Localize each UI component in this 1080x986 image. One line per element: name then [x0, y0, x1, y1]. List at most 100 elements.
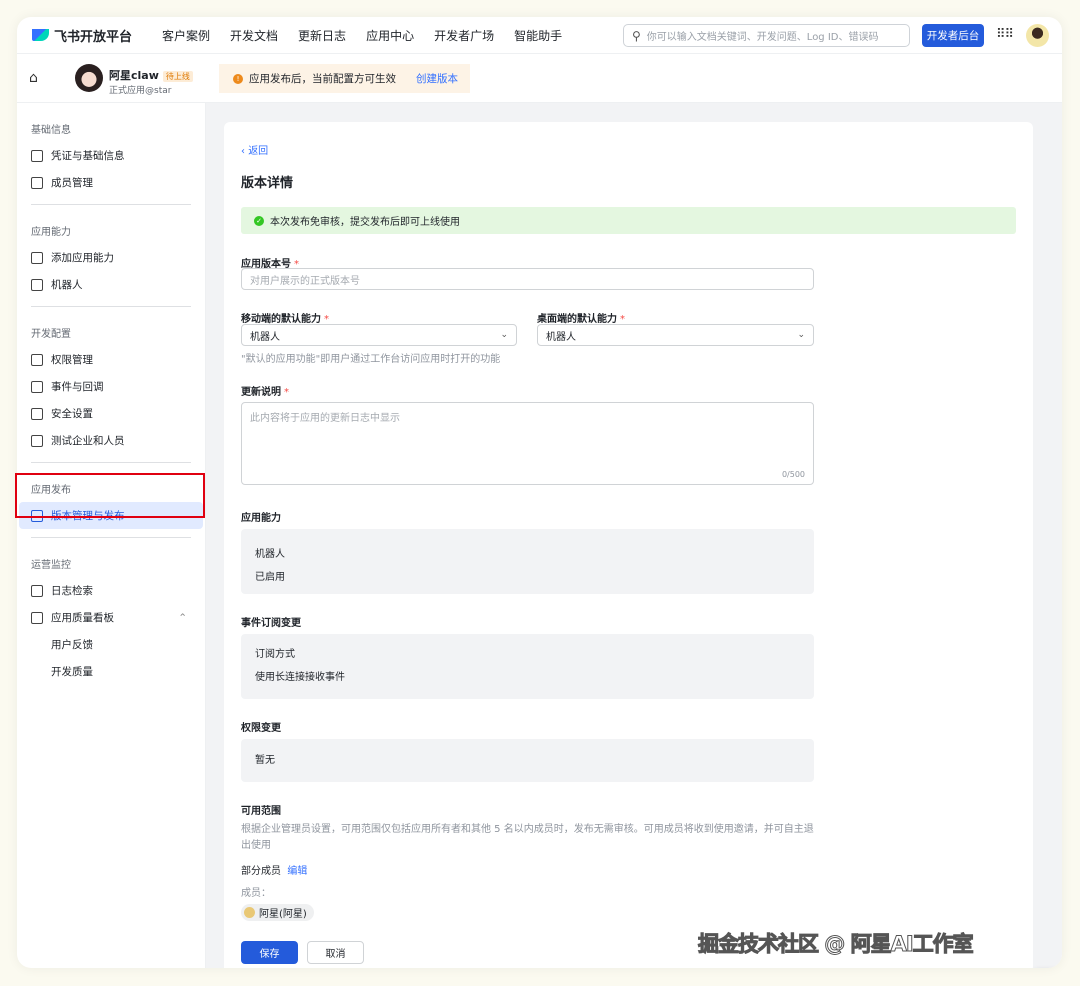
desktop-default-label: 桌面端的默认能力*	[537, 310, 625, 325]
default-hint: "默认的应用功能"即用户通过工作台访问应用时打开的功能	[241, 350, 500, 365]
sidebar-divider	[31, 462, 191, 463]
scope-mode: 部分成员	[241, 866, 281, 877]
shield-icon	[31, 408, 43, 420]
sidebar-item-label: 安全设置	[51, 406, 93, 421]
sidebar-item[interactable]: 开发质量	[31, 658, 191, 685]
sidebar-item-label: 机器人	[51, 277, 83, 292]
sidebar-item[interactable]: 安全设置	[31, 400, 191, 427]
status-badge: 待上线	[163, 71, 193, 82]
nav-docs[interactable]: 开发文档	[230, 27, 278, 44]
app-avatar	[75, 64, 103, 92]
sidebar-item[interactable]: 应用质量看板 ⌃	[31, 604, 191, 631]
apps-grid-icon[interactable]: ⠿⠿	[996, 27, 1013, 42]
sidebar-item-label: 成员管理	[51, 175, 93, 190]
scope-label: 可用范围	[241, 802, 281, 817]
cancel-button[interactable]: 取消	[307, 941, 364, 964]
capability-box: 机器人已启用	[241, 529, 814, 594]
sidebar-item-label: 开发质量	[51, 664, 93, 679]
sidebar-item[interactable]: 机器人	[31, 271, 191, 298]
home-icon[interactable]: ⌂	[29, 70, 49, 86]
sidebar-divider	[31, 306, 191, 307]
sidebar-group-title: 应用发布	[31, 481, 191, 496]
scope-edit-link[interactable]: 编辑	[287, 866, 307, 877]
sidebar-item-label: 权限管理	[51, 352, 93, 367]
chevron-up-icon[interactable]: ⌃	[178, 612, 187, 624]
sidebar-item-label: 应用质量看板	[51, 610, 114, 625]
permission-box: 暂无	[241, 739, 814, 782]
sidebar-item[interactable]: 测试企业和人员	[31, 427, 191, 454]
developer-console-button[interactable]: 开发者后台	[922, 24, 984, 47]
char-count: 0/500	[782, 470, 805, 479]
search-icon: ⚲	[632, 29, 641, 43]
key-icon	[31, 354, 43, 366]
nav-cases[interactable]: 客户案例	[162, 27, 210, 44]
mobile-default-select[interactable]: 机器人⌄	[241, 324, 517, 346]
chart-icon	[31, 612, 43, 624]
main-area: ‹ 返回 版本详情 ✓本次发布免审核，提交发布后即可上线使用 应用版本号* 对用…	[206, 103, 1062, 968]
sidebar-item[interactable]: 权限管理	[31, 346, 191, 373]
notice-success: ✓本次发布免审核，提交发布后即可上线使用	[241, 207, 1016, 234]
user-avatar[interactable]	[1026, 24, 1049, 47]
chevron-down-icon: ⌄	[797, 330, 805, 340]
feishu-logo-icon	[32, 29, 49, 41]
warning-icon: !	[233, 74, 243, 84]
page-title: 版本详情	[241, 172, 293, 191]
watermark: 掘金技术社区 @ 阿星AI工作室	[698, 928, 973, 958]
app-subtitle: 正式应用@star	[109, 83, 171, 96]
desktop-default-select[interactable]: 机器人⌄	[537, 324, 814, 346]
chevron-down-icon: ⌄	[500, 330, 508, 340]
sidebar-item-label: 事件与回调	[51, 379, 104, 394]
sidebar-item-label: 凭证与基础信息	[51, 148, 125, 163]
app-subheader: ⌂ 阿星claw 待上线 正式应用@star !应用发布后，当前配置方可生效创建版…	[17, 54, 1062, 103]
version-input[interactable]: 对用户展示的正式版本号	[241, 268, 814, 290]
member-chip: 阿星(阿星)	[241, 904, 314, 921]
user-icon	[31, 177, 43, 189]
sidebar-item[interactable]: 事件与回调	[31, 373, 191, 400]
version-detail-card: ‹ 返回 版本详情 ✓本次发布免审核，提交发布后即可上线使用 应用版本号* 对用…	[224, 122, 1033, 968]
mobile-default-label: 移动端的默认能力*	[241, 310, 329, 325]
sidebar-divider	[31, 537, 191, 538]
nav-assistant[interactable]: 智能助手	[514, 27, 562, 44]
sidebar-item[interactable]: 凭证与基础信息	[31, 142, 191, 169]
robot-icon	[31, 279, 43, 291]
permission-label: 权限变更	[241, 719, 281, 734]
notes-label: 更新说明*	[241, 383, 289, 398]
sidebar-item-label: 用户反馈	[51, 637, 93, 652]
sidebar-group-title: 运营监控	[31, 556, 191, 571]
search-doc-icon	[31, 585, 43, 597]
nav-changelog[interactable]: 更新日志	[298, 27, 346, 44]
sidebar-item[interactable]: 成员管理	[31, 169, 191, 196]
notes-textarea[interactable]: 此内容将于应用的更新日志中显示0/500	[241, 402, 814, 485]
sidebar-group-title: 应用能力	[31, 223, 191, 238]
events-label: 事件订阅变更	[241, 614, 301, 629]
sidebar-divider	[31, 204, 191, 205]
sidebar-item[interactable]: 用户反馈	[31, 631, 191, 658]
publish-banner: !应用发布后，当前配置方可生效创建版本	[219, 64, 470, 93]
sidebar-group-title: 基础信息	[31, 121, 191, 136]
nav-app-center[interactable]: 应用中心	[366, 27, 414, 44]
id-card-icon	[31, 150, 43, 162]
grid-plus-icon	[31, 252, 43, 264]
top-nav: 客户案例 开发文档 更新日志 应用中心 开发者广场 智能助手	[162, 27, 562, 44]
app-window: 飞书开放平台 客户案例 开发文档 更新日志 应用中心 开发者广场 智能助手 ⚲你…	[17, 17, 1062, 968]
sidebar-item[interactable]: 日志检索	[31, 577, 191, 604]
logo[interactable]: 飞书开放平台	[32, 26, 132, 45]
save-button[interactable]: 保存	[241, 941, 298, 964]
app-name: 阿星claw	[109, 69, 159, 82]
plus-box-icon	[31, 381, 43, 393]
sidebar-item[interactable]: 版本管理与发布	[19, 502, 203, 529]
nav-dev-plaza[interactable]: 开发者广场	[434, 27, 494, 44]
check-circle-icon: ✓	[254, 216, 264, 226]
capability-label: 应用能力	[241, 509, 281, 524]
search-input[interactable]: ⚲你可以输入文档关键词、开发问题、Log ID、错误码	[623, 24, 910, 47]
upload-icon	[31, 510, 43, 522]
sidebar-item[interactable]: 添加应用能力	[31, 244, 191, 271]
sidebar-item-label: 添加应用能力	[51, 250, 114, 265]
events-box: 订阅方式使用长连接接收事件	[241, 634, 814, 699]
sidebar-item-label: 版本管理与发布	[51, 508, 125, 523]
sidebar-item-label: 测试企业和人员	[51, 433, 125, 448]
create-version-link[interactable]: 创建版本	[416, 71, 458, 86]
back-link[interactable]: ‹ 返回	[241, 142, 268, 157]
sidebar: 基础信息凭证与基础信息成员管理应用能力添加应用能力机器人开发配置权限管理事件与回…	[17, 103, 206, 968]
code-icon	[31, 435, 43, 447]
